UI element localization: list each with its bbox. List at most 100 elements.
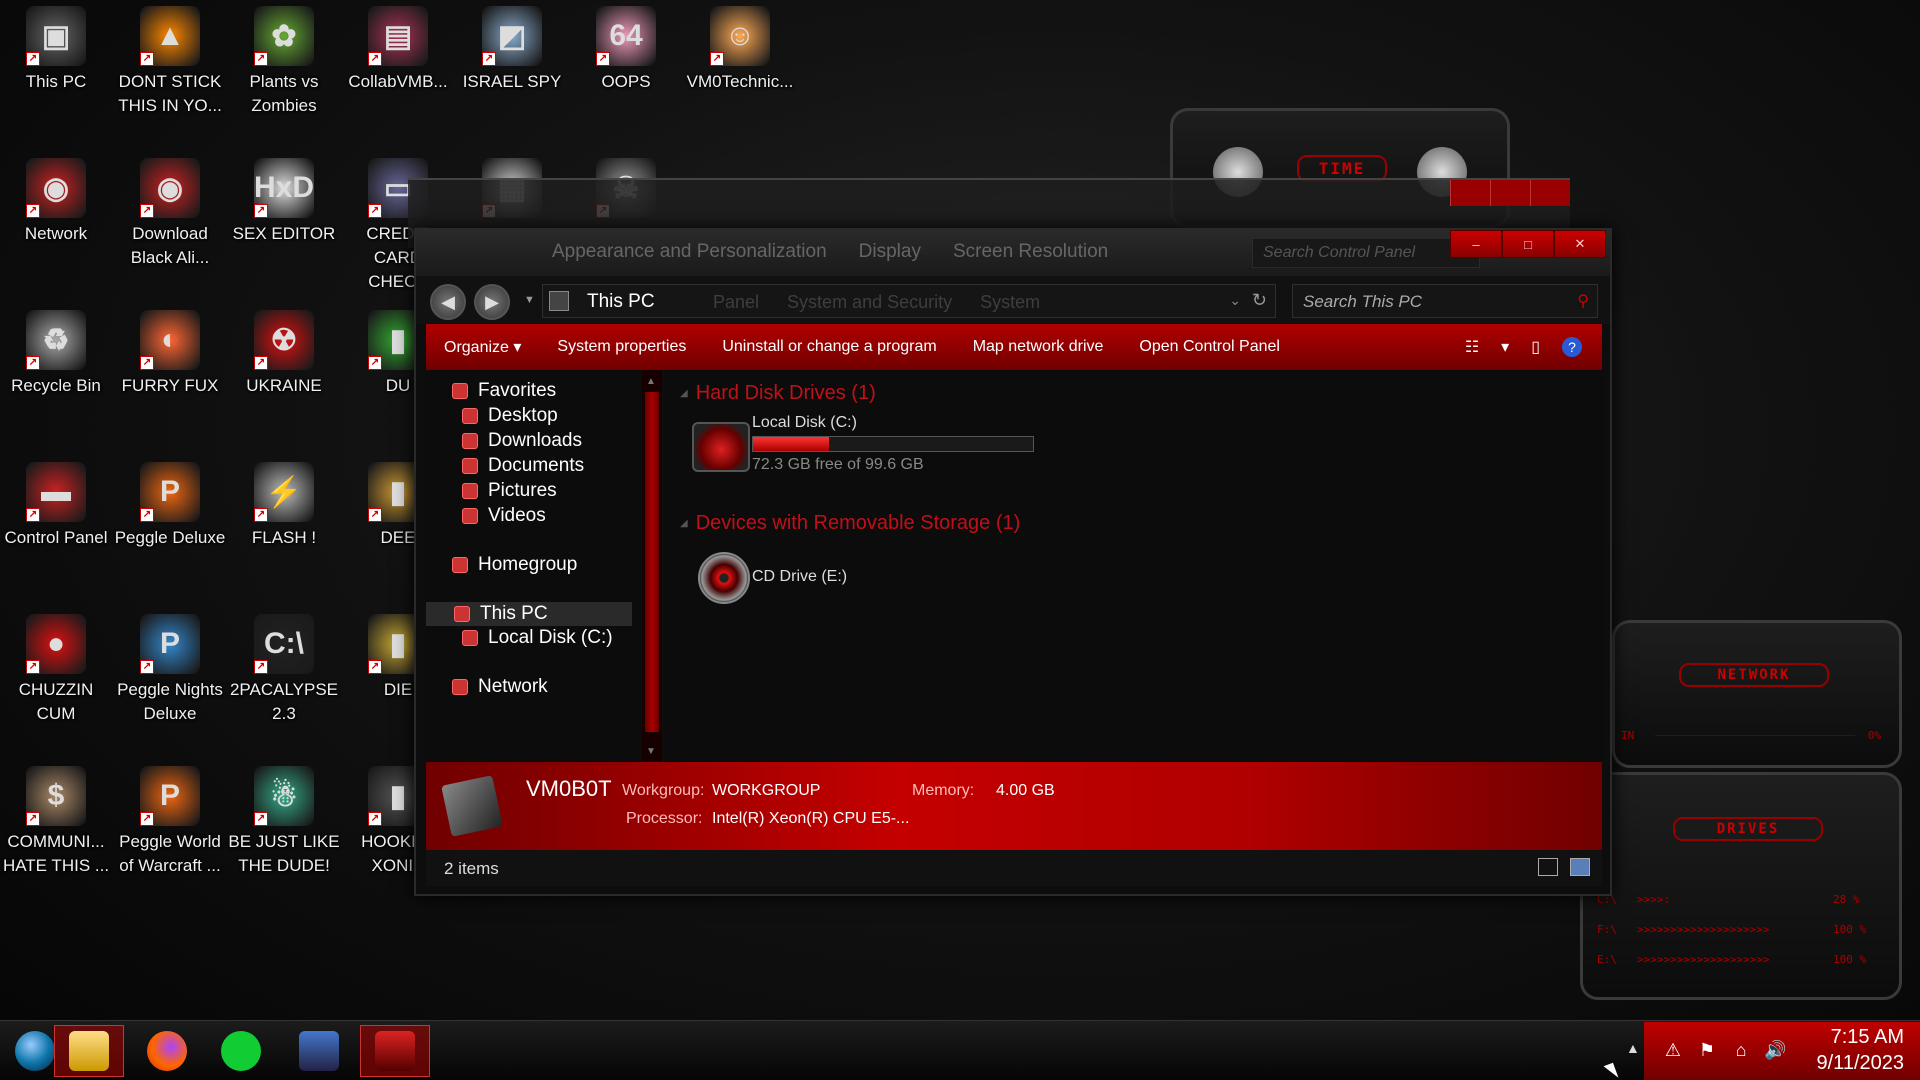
shortcut-arrow-icon: ↗ — [26, 812, 40, 826]
system-properties-button[interactable]: System properties — [539, 338, 704, 356]
warning-icon[interactable]: ⚠ — [1662, 1040, 1684, 1062]
desktop-icon[interactable]: ▤ ↗ CollabVMB... — [342, 0, 454, 94]
collapse-triangle-icon[interactable]: ◢ — [680, 388, 688, 399]
help-icon[interactable]: ? — [1562, 337, 1582, 357]
map-network-drive-button[interactable]: Map network drive — [955, 338, 1122, 356]
scroll-down-arrow-icon[interactable]: ▼ — [646, 746, 656, 757]
crumb-display[interactable]: Display — [859, 241, 921, 263]
shortcut-glyph-icon: HxD ↗ — [254, 158, 314, 218]
crumb-screen-resolution[interactable]: Screen Resolution — [953, 241, 1108, 263]
crumb-appearance[interactable]: Appearance and Personalization — [552, 241, 827, 263]
forward-button[interactable]: ▶ — [474, 284, 510, 320]
desktop-icon[interactable]: ⚡ ↗ FLASH ! — [228, 456, 340, 550]
nav-videos[interactable]: Videos — [462, 505, 546, 527]
scroll-up-arrow-icon[interactable]: ▲ — [646, 376, 656, 387]
taskbar-firefox[interactable] — [132, 1025, 202, 1077]
desktop-icon[interactable]: ▣ ↗ This PC — [0, 0, 112, 94]
nav-local-disk[interactable]: Local Disk (C:) — [462, 627, 613, 649]
desktop-icon[interactable]: ◉ ↗ Network — [0, 152, 112, 246]
desktop-icon[interactable]: C:\ ↗ 2PACALYPSE 2.3 — [228, 608, 340, 726]
open-control-panel-button[interactable]: Open Control Panel — [1121, 338, 1298, 356]
refresh-icon[interactable]: ↻ — [1252, 290, 1267, 311]
search-icon[interactable]: ⚲ — [1577, 291, 1589, 311]
maximize-button[interactable] — [1490, 180, 1530, 206]
group-removable-storage[interactable]: ◢ Devices with Removable Storage (1) — [680, 512, 1020, 535]
back-button[interactable]: ◀ — [430, 284, 466, 320]
desktop-icon-label: CHUZZIN CUM — [18, 680, 94, 723]
chevron-down-icon[interactable]: ⌄ — [1229, 292, 1241, 309]
nav-homegroup[interactable]: Homegroup — [452, 554, 577, 576]
nav-downloads[interactable]: Downloads — [462, 430, 582, 452]
local-disk-name[interactable]: Local Disk (C:) — [752, 414, 857, 432]
desktop-icon[interactable]: ● ↗ CHUZZIN CUM — [0, 608, 112, 726]
nav-pictures[interactable]: Pictures — [462, 480, 557, 502]
hard-disk-icon[interactable] — [692, 422, 750, 472]
search-input[interactable]: Search This PC ⚲ — [1292, 284, 1598, 318]
preview-pane-icon[interactable]: ▯ — [1531, 337, 1540, 357]
desktop-icon[interactable]: ◉ ↗ Download Black Ali... — [114, 152, 226, 270]
view-options-chevron-icon[interactable]: ▾ — [1501, 337, 1509, 357]
change-view-icon[interactable]: ☷ — [1465, 337, 1479, 357]
nav-favorites[interactable]: Favorites — [452, 380, 556, 402]
desktop-icon[interactable]: P ↗ Peggle Nights Deluxe — [114, 608, 226, 726]
close-button[interactable] — [1530, 180, 1570, 206]
drive-row-bar: >>>>>>>>>>>>>>>>>>>> — [1637, 953, 1770, 966]
shortcut-glyph-icon: ◐ ↗ — [140, 310, 200, 370]
nav-pane-scrollbar[interactable]: ▲ ▼ — [642, 370, 662, 762]
desktop-icon[interactable]: ☃ ↗ BE JUST LIKE THE DUDE! — [228, 760, 340, 878]
back-window-controls[interactable] — [1450, 180, 1570, 206]
taskbar-file-explorer[interactable] — [54, 1025, 124, 1077]
desktop-icon[interactable]: ▲ ↗ DONT STICK THIS IN YO... — [114, 0, 226, 118]
window-controls: – □ ✕ — [1450, 230, 1606, 258]
shortcut-arrow-icon: ↗ — [368, 812, 382, 826]
close-button[interactable]: ✕ — [1554, 230, 1606, 258]
scrollbar-thumb[interactable] — [645, 392, 659, 732]
desktop-icon[interactable]: P ↗ Peggle World of Warcraft ... — [114, 760, 226, 878]
taskbar-notes[interactable] — [206, 1025, 276, 1077]
desktop-icon[interactable]: ☺ ↗ VM0Technic... — [684, 0, 796, 94]
desktop-icon-label: Control Panel — [4, 528, 108, 547]
desktop-icon[interactable]: ♻ ↗ Recycle Bin — [0, 304, 112, 398]
desktop-icon[interactable]: ▬ ↗ Control Panel — [0, 456, 112, 550]
uninstall-program-button[interactable]: Uninstall or change a program — [704, 338, 954, 356]
shortcut-arrow-icon: ↗ — [368, 508, 382, 522]
taskbar-control-panel[interactable] — [360, 1025, 430, 1077]
recent-locations-dropdown[interactable]: ▼ — [524, 294, 535, 306]
desktop-icon[interactable]: ◐ ↗ FURRY FUX — [114, 304, 226, 398]
desktop-icon[interactable]: ✿ ↗ Plants vs Zombies — [228, 0, 340, 118]
desktop-icon-label: Download Black Ali... — [130, 224, 210, 267]
desktop-icon[interactable]: $ ↗ COMMUNI... HATE THIS ... — [0, 760, 112, 878]
volume-icon[interactable]: 🔊 — [1764, 1040, 1786, 1062]
collapse-triangle-icon[interactable]: ◢ — [680, 518, 688, 529]
organize-button[interactable]: Organize ▾ — [426, 337, 539, 357]
nav-desktop[interactable]: Desktop — [462, 405, 558, 427]
shortcut-arrow-icon: ↗ — [596, 52, 610, 66]
desktop-icon[interactable]: P ↗ Peggle Deluxe — [114, 456, 226, 550]
minimize-button[interactable] — [1450, 180, 1490, 206]
nav-documents[interactable]: Documents — [462, 455, 584, 477]
nav-this-pc[interactable]: This PC — [426, 602, 632, 626]
desktop-icon[interactable]: HxD ↗ SEX EDITOR — [228, 152, 340, 246]
address-bar[interactable]: This PC Panel System and Security System… — [542, 284, 1276, 318]
cd-drive-icon[interactable] — [698, 552, 750, 604]
clock-time[interactable]: 7:15 AM — [1831, 1026, 1904, 1049]
maximize-button[interactable]: □ — [1502, 230, 1554, 258]
desktop-icon[interactable]: ☢ ↗ UKRAINE — [228, 304, 340, 398]
group-hard-disk-drives[interactable]: ◢ Hard Disk Drives (1) — [680, 382, 876, 405]
nav-network[interactable]: Network — [452, 676, 548, 698]
action-center-flag-icon[interactable]: ⚑ — [1696, 1040, 1718, 1062]
desktop-icon[interactable]: 64 ↗ OOPS — [570, 0, 682, 94]
details-view-icon[interactable] — [1538, 858, 1558, 876]
minimize-button[interactable]: – — [1450, 230, 1502, 258]
desktop-icon-label: This PC — [25, 72, 87, 91]
taskbar-app[interactable] — [284, 1025, 354, 1077]
desktop-icon[interactable]: ◩ ↗ ISRAEL SPY — [456, 0, 568, 94]
control-panel-search[interactable]: Search Control Panel — [1252, 238, 1480, 268]
nav-label: Network — [478, 676, 548, 697]
large-icons-view-icon[interactable] — [1570, 858, 1590, 876]
cd-drive-name[interactable]: CD Drive (E:) — [752, 568, 847, 586]
show-hidden-icons-arrow-icon[interactable]: ▲ — [1626, 1040, 1640, 1056]
clock-date[interactable]: 9/11/2023 — [1817, 1052, 1905, 1075]
network-tray-icon[interactable]: ⌂ — [1730, 1040, 1752, 1062]
shortcut-glyph-icon: ▤ ↗ — [368, 6, 428, 66]
